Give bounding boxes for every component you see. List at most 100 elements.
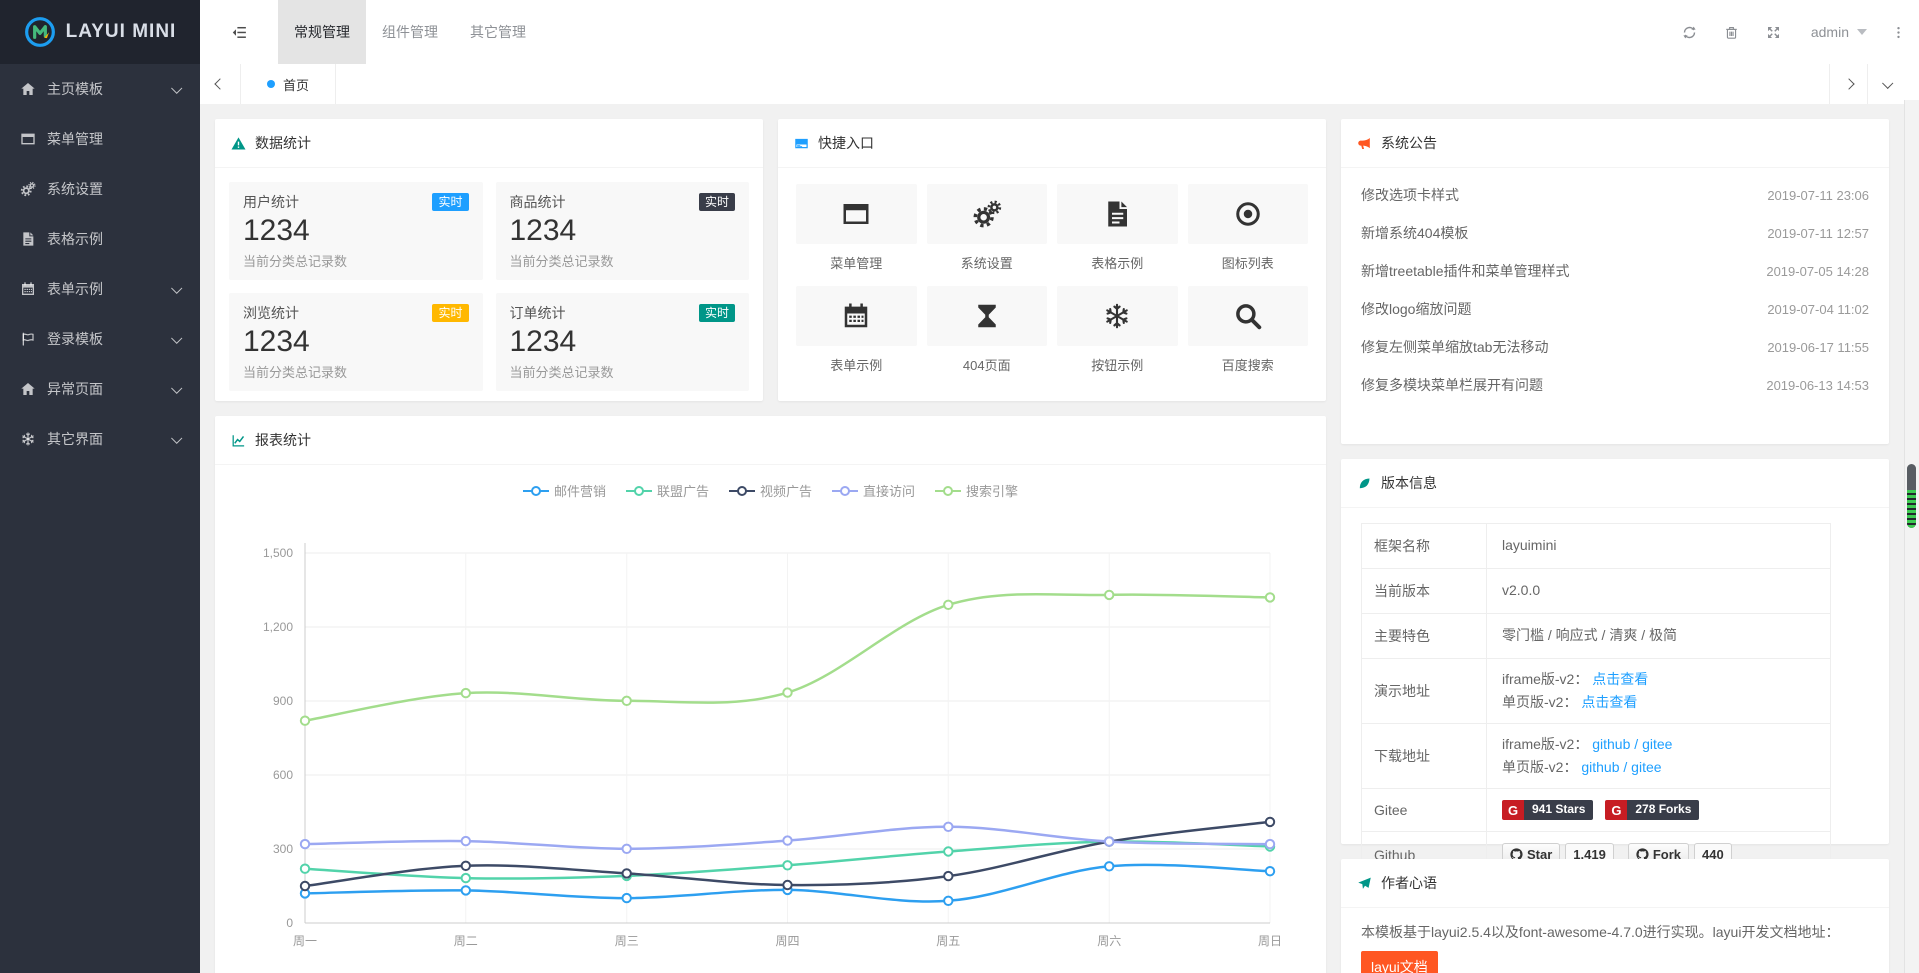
header-nav-label: 常规管理: [294, 22, 350, 42]
clear-cache-button[interactable]: [1711, 0, 1753, 64]
legend-item[interactable]: 邮件营销: [523, 481, 606, 500]
stat-card-desc: 当前分类总记录数: [243, 362, 469, 381]
stat-card-desc: 当前分类总记录数: [510, 251, 736, 270]
version-row-label: 框架名称: [1362, 524, 1487, 569]
caret-down-icon: [1857, 29, 1867, 35]
sidebar-item-label: 菜单管理: [47, 129, 180, 149]
data-statistics-panel: 数据统计 用户统计 实时 1234 当前分类总记录数 商品统计 实时 1234 …: [215, 119, 763, 401]
quick-entry-icon-box[interactable]: [1057, 286, 1178, 346]
gitee-badge[interactable]: G 941 Stars: [1502, 800, 1593, 820]
panel-title: 快捷入口: [818, 133, 874, 153]
search-icon: [1233, 301, 1263, 331]
more-menu-button[interactable]: [1883, 0, 1913, 64]
stat-card: 用户统计 实时 1234 当前分类总记录数: [229, 182, 483, 280]
realtime-badge: 实时: [432, 193, 468, 211]
warning-icon: [231, 136, 246, 151]
quick-entry-icon-box[interactable]: [1188, 286, 1309, 346]
stat-card: 商品统计 实时 1234 当前分类总记录数: [496, 182, 750, 280]
announcement-text[interactable]: 新增系统404模板: [1361, 223, 1468, 243]
sidebar-item-label: 系统设置: [47, 179, 180, 199]
quick-entry-icon-box[interactable]: [927, 286, 1048, 346]
quick-entry-icon-box[interactable]: [1057, 184, 1178, 244]
quick-entry-item[interactable]: 系统设置: [927, 184, 1048, 272]
calendar-icon: [841, 301, 871, 331]
version-link[interactable]: 点击查看: [1592, 671, 1648, 687]
sidebar-item[interactable]: 菜单管理: [0, 114, 200, 164]
vertical-scrollbar[interactable]: [1904, 100, 1919, 973]
announcement-text[interactable]: 修复多模块菜单栏展开有问题: [1361, 375, 1543, 395]
stat-card-top: 订单统计 实时: [510, 303, 736, 323]
quick-entry-item[interactable]: 图标列表: [1188, 184, 1309, 272]
layui-doc-button[interactable]: layui文档: [1361, 951, 1438, 973]
version-link[interactable]: gitee: [1642, 736, 1672, 752]
version-link[interactable]: github: [1581, 759, 1619, 775]
chevron-down-icon: [171, 333, 182, 344]
svg-text:900: 900: [273, 694, 293, 708]
sidebar-toggle-button[interactable]: [200, 0, 278, 64]
svg-text:周二: 周二: [454, 934, 478, 948]
header-nav-item[interactable]: 常规管理: [278, 0, 366, 64]
tab-operations-button[interactable]: [1867, 64, 1905, 104]
scrollbar-thumb[interactable]: [1907, 464, 1916, 528]
version-link[interactable]: 点击查看: [1581, 694, 1637, 710]
announcement-date: 2019-07-11 23:06: [1767, 188, 1869, 203]
report-statistics-panel: 报表统计 邮件营销 联盟广告 视频广告 直接访问 搜索引擎 0300600900…: [215, 416, 1326, 973]
quick-entry-icon-box[interactable]: [796, 286, 917, 346]
announcement-row: 修改logo缩放问题 2019-07-04 11:02: [1361, 290, 1869, 328]
announcement-text[interactable]: 修改logo缩放问题: [1361, 299, 1471, 319]
quick-entry-item[interactable]: 按钮示例: [1057, 286, 1178, 374]
quick-entry-label: 百度搜索: [1188, 355, 1309, 374]
quick-entry-icon-box[interactable]: [1188, 184, 1309, 244]
legend-marker-icon: [523, 485, 549, 497]
quick-entry-item[interactable]: 表格示例: [1057, 184, 1178, 272]
quick-entry-item[interactable]: 菜单管理: [796, 184, 917, 272]
app-logo[interactable]: LAYUI MINI: [0, 0, 200, 64]
gitee-badge[interactable]: G 278 Forks: [1605, 800, 1699, 820]
window-icon: [20, 131, 36, 147]
sidebar-item[interactable]: 异常页面: [0, 364, 200, 414]
header-nav-label: 组件管理: [382, 22, 438, 42]
sidebar-item-label: 表格示例: [47, 229, 180, 249]
quick-entry-icon-box[interactable]: [927, 184, 1048, 244]
tab-scroll-right-button[interactable]: [1829, 64, 1867, 104]
version-value: layuimini: [1502, 537, 1556, 553]
header-nav-item[interactable]: 组件管理: [366, 0, 454, 64]
version-table-row: 主要特色 零门槛 / 响应式 / 清爽 / 极简: [1362, 614, 1831, 659]
system-announcements-panel: 系统公告 修改选项卡样式 2019-07-11 23:06新增系统404模板 2…: [1341, 119, 1889, 444]
refresh-button[interactable]: [1669, 0, 1711, 64]
sidebar-item[interactable]: 表格示例: [0, 214, 200, 264]
sidebar-item[interactable]: 登录模板: [0, 314, 200, 364]
announcement-text[interactable]: 新增treetable插件和菜单管理样式: [1361, 261, 1569, 281]
legend-label: 联盟广告: [657, 481, 709, 500]
quick-entry-item[interactable]: 404页面: [927, 286, 1048, 374]
header-nav-item[interactable]: 其它管理: [454, 0, 542, 64]
version-link[interactable]: gitee: [1631, 759, 1661, 775]
gitee-badge-label: 278 Forks: [1627, 800, 1699, 820]
legend-item[interactable]: 直接访问: [832, 481, 915, 500]
sidebar-item[interactable]: 其它界面: [0, 414, 200, 464]
tab-home[interactable]: 首页: [241, 64, 336, 104]
legend-item[interactable]: 联盟广告: [626, 481, 709, 500]
sidebar-item[interactable]: 表单示例: [0, 264, 200, 314]
fullscreen-button[interactable]: [1753, 0, 1795, 64]
tab-active-dot: [267, 80, 275, 88]
announcement-text[interactable]: 修复左侧菜单缩放tab无法移动: [1361, 337, 1548, 357]
quick-entry-item[interactable]: 表单示例: [796, 286, 917, 374]
sidebar-item[interactable]: 主页模板: [0, 64, 200, 114]
announcement-text[interactable]: 修改选项卡样式: [1361, 185, 1459, 205]
stat-card-label: 用户统计: [243, 192, 299, 212]
legend-item[interactable]: 视频广告: [729, 481, 812, 500]
user-menu[interactable]: admin: [1795, 24, 1883, 40]
sidebar-item[interactable]: 系统设置: [0, 164, 200, 214]
svg-text:600: 600: [273, 768, 293, 782]
chart-canvas: 03006009001,2001,500周一周二周三周四周五周六周日: [235, 508, 1306, 973]
tab-scroll-left-button[interactable]: [200, 64, 241, 104]
stat-card-top: 商品统计 实时: [510, 192, 736, 212]
paper-plane-icon: [1357, 876, 1372, 891]
version-link[interactable]: github: [1592, 736, 1630, 752]
quick-entry-icon-box[interactable]: [796, 184, 917, 244]
legend-marker-icon: [729, 485, 755, 497]
quick-entry-item[interactable]: 百度搜索: [1188, 286, 1309, 374]
cogs-icon: [20, 181, 36, 197]
legend-item[interactable]: 搜索引擎: [935, 481, 1018, 500]
